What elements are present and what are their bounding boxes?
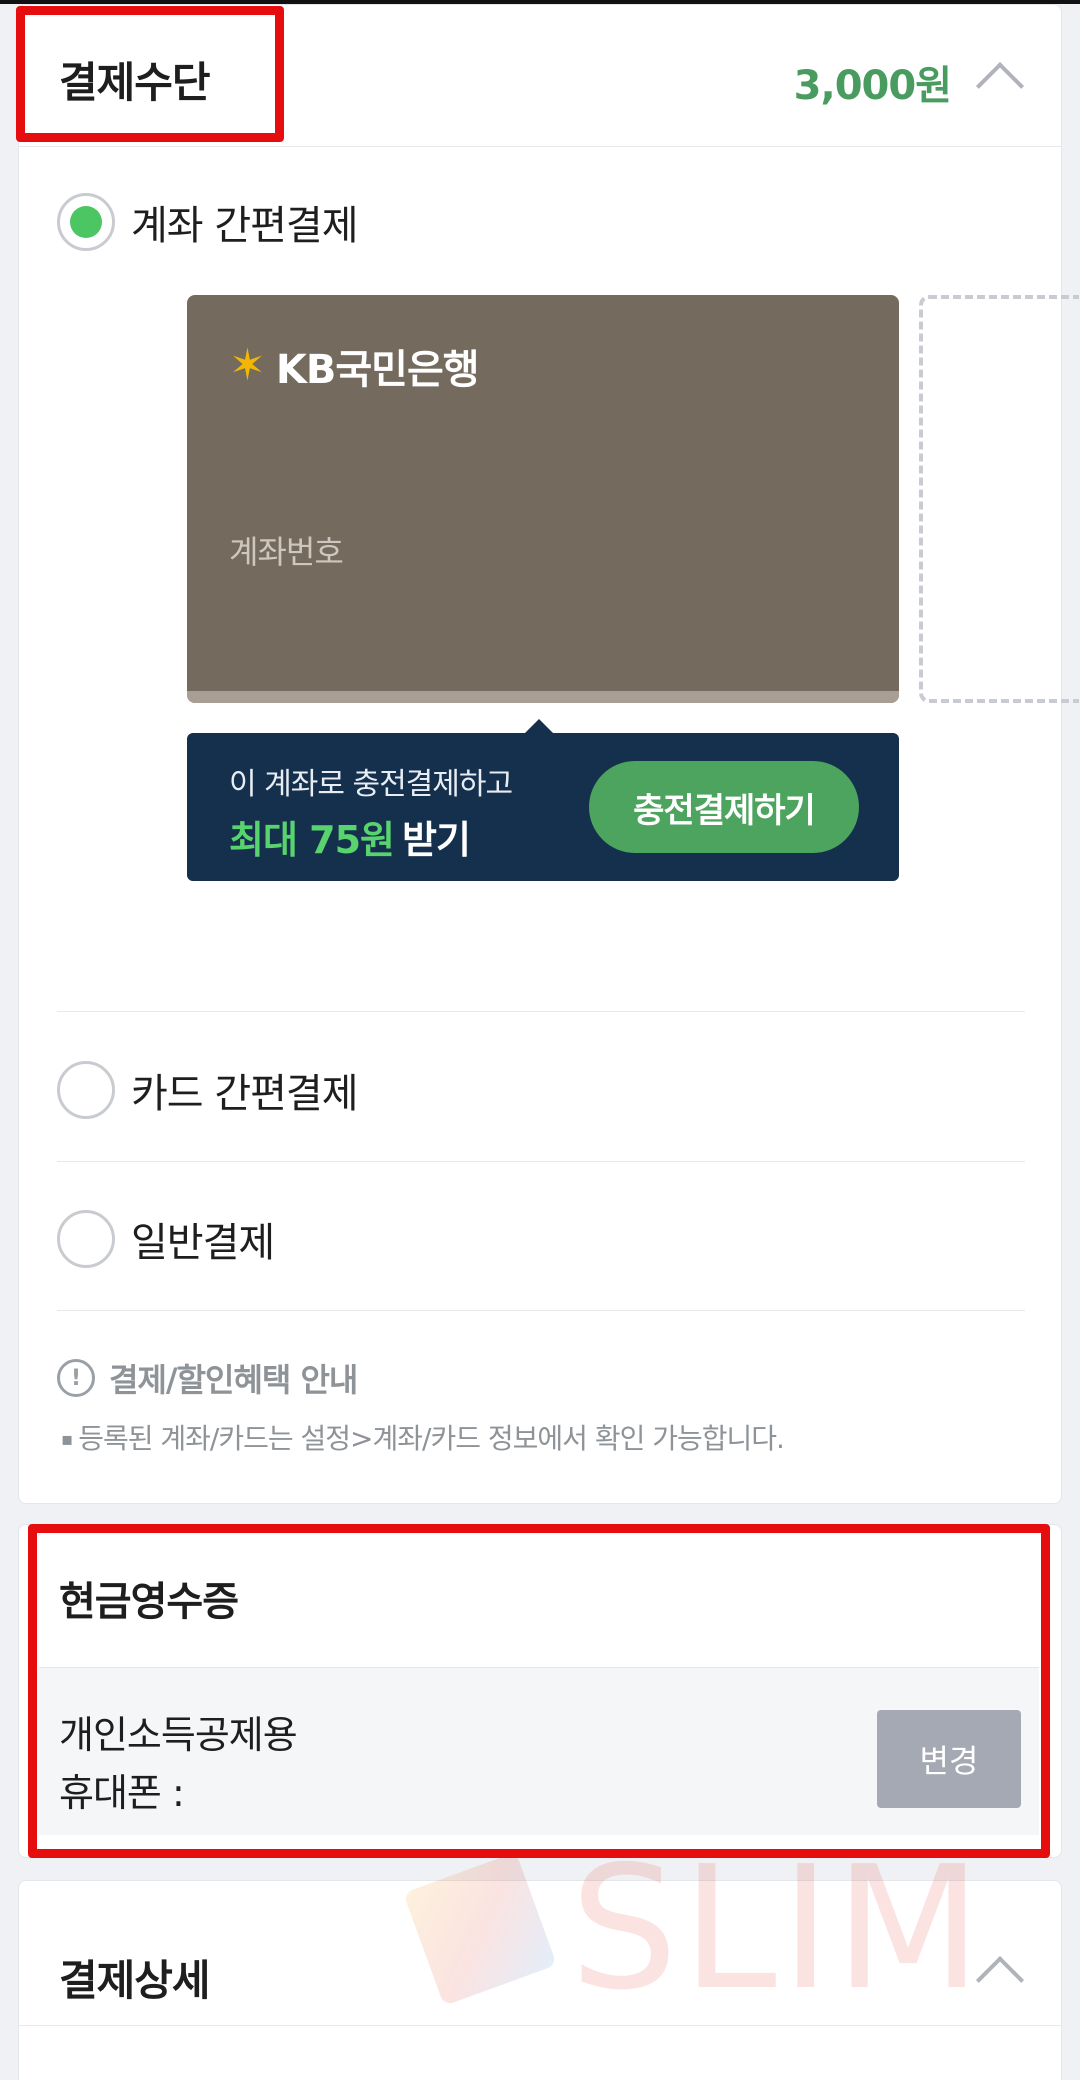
divider: [19, 2025, 1061, 2026]
divider: [57, 1310, 1025, 1311]
option-label: 일반결제: [131, 1220, 275, 1266]
chevron-up-icon[interactable]: [975, 1955, 1025, 2005]
receipt-type: 개인소득공제용: [59, 1713, 298, 1757]
option-label: 계좌 간편결제: [131, 203, 359, 249]
payment-method-panel: 결제수단 3,000원 계좌 간편결제 ✶ KB국민은행 계좌번호 이 계좌로 …: [18, 4, 1079, 1504]
payment-benefit-info[interactable]: ! 결제/할인혜택 안내: [57, 1355, 358, 1401]
promo-max-reward: 최대 75원: [229, 818, 395, 862]
radio-selected-icon[interactable]: [57, 193, 115, 251]
promo-line1: 이 계좌로 충전결제하고: [229, 767, 513, 802]
option-general-pay[interactable]: 일반결제: [57, 1210, 275, 1268]
cash-receipt-body: 개인소득공제용 휴대폰 : 변경: [39, 1667, 1039, 1835]
info-circle-icon: !: [57, 1359, 95, 1397]
change-button[interactable]: 변경: [877, 1710, 1021, 1808]
payment-method-header[interactable]: 결제수단 3,000원: [19, 5, 1061, 147]
cash-receipt-title: 현금영수증: [59, 1579, 239, 1625]
promo-line2: 최대 75원 받기: [229, 809, 471, 864]
radio-unselected-icon[interactable]: [57, 1061, 115, 1119]
bank-logo: ✶ KB국민은행: [229, 337, 480, 395]
charge-pay-button[interactable]: 충전결제하기: [589, 761, 859, 853]
payment-amount: 3,000원: [793, 63, 952, 109]
divider: [57, 1011, 1025, 1012]
info-note: 등록된 계좌/카드는 설정>계좌/카드 정보에서 확인 가능합니다.: [61, 1417, 785, 1457]
charge-promo-banner: 이 계좌로 충전결제하고 최대 75원 받기 충전결제하기: [187, 719, 899, 881]
account-number-label: 계좌번호: [229, 533, 344, 571]
payment-method-title: 결제수단: [59, 58, 211, 107]
bank-name: KB국민은행: [275, 347, 480, 393]
option-account-easy-pay[interactable]: 계좌 간편결제: [57, 193, 359, 251]
chevron-up-icon[interactable]: [975, 61, 1025, 111]
radio-unselected-icon[interactable]: [57, 1210, 115, 1268]
payment-detail-panel[interactable]: 결제상세: [18, 1880, 1062, 2080]
receipt-phone-label: 휴대폰 :: [59, 1771, 185, 1815]
divider: [57, 1161, 1025, 1162]
add-account-card[interactable]: [919, 295, 1079, 703]
bank-account-card[interactable]: ✶ KB국민은행 계좌번호: [187, 295, 899, 703]
option-card-easy-pay[interactable]: 카드 간편결제: [57, 1061, 359, 1119]
payment-detail-title: 결제상세: [59, 1956, 211, 2005]
option-label: 카드 간편결제: [131, 1071, 359, 1117]
info-title: 결제/할인혜택 안내: [109, 1361, 358, 1399]
promo-get-text: 받기: [402, 818, 471, 862]
cash-receipt-panel: 현금영수증 개인소득공제용 휴대폰 : 변경: [18, 1524, 1062, 1858]
kb-star-icon: ✶: [229, 340, 266, 391]
